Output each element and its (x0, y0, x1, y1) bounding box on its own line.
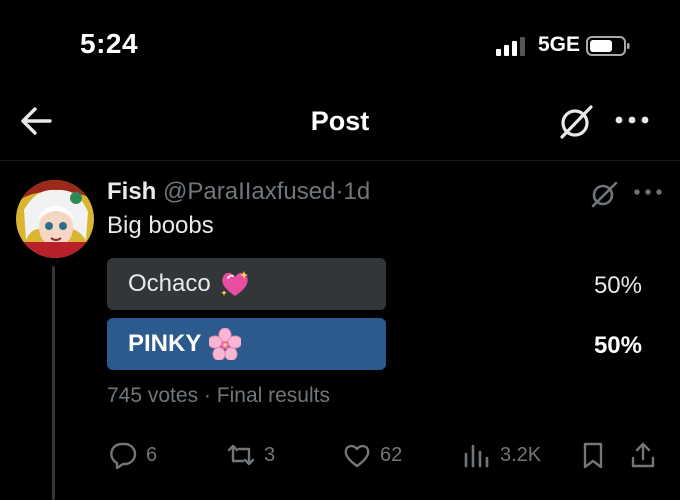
grok-icon[interactable] (556, 102, 596, 142)
reply-count: 6 (146, 443, 158, 466)
heart-icon (344, 444, 370, 468)
thread-line (52, 266, 55, 500)
cherry-blossom-icon (209, 328, 242, 360)
poll-votes: 745 votes (107, 384, 199, 407)
reply-button[interactable]: 6 (108, 440, 157, 470)
poll-option-label-winner: PINKY (128, 328, 242, 360)
author-name[interactable]: Fish (107, 178, 156, 205)
views-button[interactable]: 3.2K (462, 440, 541, 470)
signal-icon (496, 37, 525, 56)
poll-option-text: PINKY (128, 330, 202, 357)
share-icon (631, 442, 655, 468)
post-text: Big boobs (107, 212, 214, 239)
avatar[interactable] (16, 180, 94, 258)
views-chart-icon (464, 444, 489, 468)
bookmark-icon (583, 442, 603, 469)
post-header: Fish @ParaIIaxfused·1d (107, 178, 370, 206)
author-handle[interactable]: @ParaIIaxfused (163, 178, 335, 205)
grok-post-icon[interactable] (588, 178, 620, 210)
repost-button[interactable]: 3 (226, 440, 275, 470)
repost-icon (227, 444, 255, 466)
poll-meta: 745 votes · Final results (107, 384, 330, 408)
more-options-icon[interactable] (612, 108, 652, 132)
like-button[interactable]: 62 (342, 440, 402, 470)
repost-count: 3 (264, 443, 276, 466)
status-time: 5:24 (80, 28, 139, 59)
poll-option-percent: 50% (593, 272, 642, 299)
post-age[interactable]: 1d (343, 178, 370, 205)
poll-option-label: Ochaco (128, 268, 251, 300)
battery-icon (586, 36, 630, 56)
like-count: 62 (380, 443, 403, 466)
network-label: 5GE (538, 33, 581, 56)
sparkling-heart-icon (220, 271, 248, 296)
share-button[interactable] (628, 440, 658, 470)
poll-meta-separator: · (203, 384, 211, 407)
post-more-options-icon[interactable] (632, 182, 664, 202)
avatar-image-icon (16, 180, 94, 258)
reply-icon (110, 442, 137, 470)
bookmark-button[interactable] (578, 440, 608, 470)
poll-option-percent-winner: 50% (593, 332, 642, 359)
poll-option-text: Ochaco (128, 270, 211, 297)
views-count: 3.2K (500, 443, 542, 466)
header-divider (0, 160, 680, 161)
poll-status: Final results (216, 384, 330, 407)
